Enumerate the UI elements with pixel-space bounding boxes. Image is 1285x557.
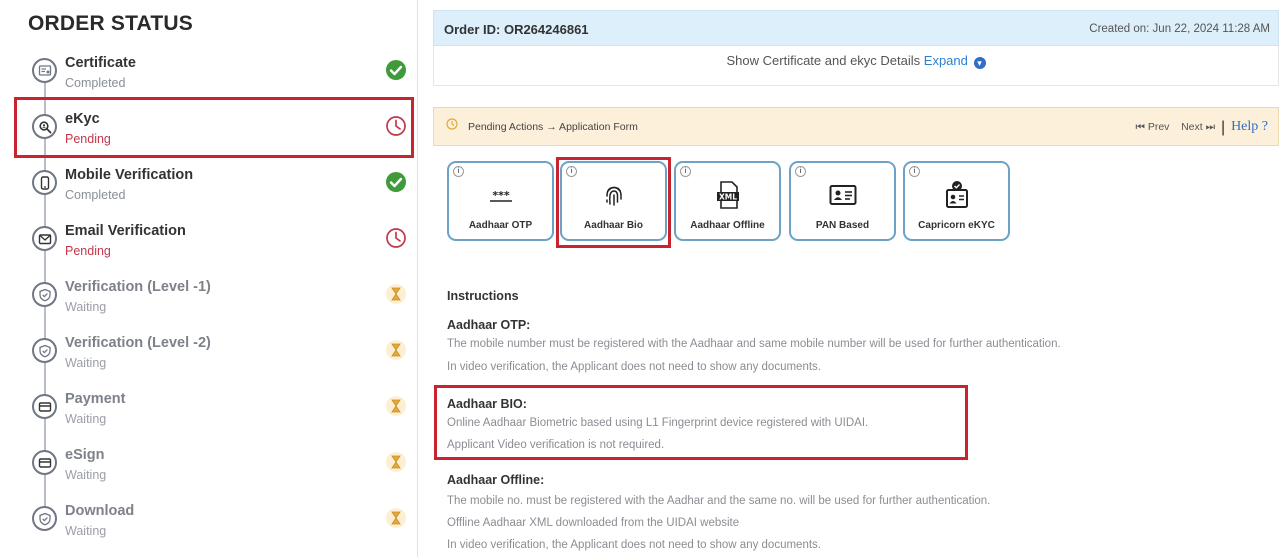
step-verification-level-1[interactable]: Verification (Level -1) Waiting bbox=[14, 274, 414, 326]
shield-icon bbox=[32, 282, 57, 307]
created-on: Created on: Jun 22, 2024 11:28 AM bbox=[1089, 23, 1270, 35]
certificate-details-row: Show Certificate and ekyc Details Expand… bbox=[433, 46, 1279, 86]
card-icon bbox=[32, 450, 57, 475]
pending-actions-bar: Pending Actions → Application Form ⏮ Pre… bbox=[433, 107, 1279, 146]
step-state: Completed bbox=[65, 76, 126, 90]
step-state: Waiting bbox=[65, 412, 107, 426]
order-id: Order ID: OR264246861 bbox=[444, 22, 589, 37]
hourglass-icon bbox=[386, 508, 406, 528]
mobile-icon bbox=[32, 170, 57, 195]
expand-link[interactable]: Expand bbox=[924, 53, 968, 68]
otp-line-2: In video verification, the Applicant doe… bbox=[447, 361, 821, 373]
step-name: Payment bbox=[65, 391, 126, 407]
method-label: Aadhaar Offline bbox=[690, 220, 765, 231]
check-icon bbox=[386, 172, 406, 192]
otp-heading: Aadhaar OTP: bbox=[447, 318, 531, 332]
help-link[interactable]: Help ? bbox=[1231, 119, 1268, 134]
xml-file-icon: XML bbox=[716, 181, 739, 209]
shield-icon bbox=[32, 338, 57, 363]
step-download[interactable]: Download Waiting bbox=[14, 498, 414, 550]
certificate-icon bbox=[32, 58, 57, 83]
info-icon[interactable]: i bbox=[909, 166, 920, 177]
step-state: Completed bbox=[65, 188, 126, 202]
clock-icon bbox=[386, 228, 406, 248]
step-state: Pending bbox=[65, 244, 111, 258]
step-name: Verification (Level -2) bbox=[65, 335, 211, 351]
order-status-sidebar: ORDER STATUS Certificate Completed eKyc … bbox=[0, 0, 418, 557]
offline-line-2: Offline Aadhaar XML downloaded from the … bbox=[447, 517, 740, 529]
hourglass-icon bbox=[386, 396, 406, 416]
svg-text:XML: XML bbox=[718, 193, 736, 202]
otp-icon: *** bbox=[489, 189, 512, 202]
expand-text: Show Certificate and ekyc Details bbox=[726, 53, 921, 68]
user-verified-icon bbox=[945, 181, 968, 208]
method-capricorn-ekyc[interactable]: i Capricorn eKYC bbox=[903, 161, 1010, 241]
ekyc-highlight-box bbox=[14, 97, 414, 158]
offline-line-1: The mobile no. must be registered with t… bbox=[447, 495, 991, 507]
order-header: Order ID: OR264246861 Created on: Jun 22… bbox=[433, 10, 1279, 46]
step-payment[interactable]: Payment Waiting bbox=[14, 386, 414, 438]
method-pan-based[interactable]: i PAN Based bbox=[789, 161, 896, 241]
next-button[interactable]: Next ⏭ bbox=[1181, 121, 1215, 133]
id-card-icon bbox=[829, 185, 856, 205]
info-icon[interactable]: i bbox=[680, 166, 691, 177]
method-label: Aadhaar OTP bbox=[468, 220, 533, 231]
hourglass-icon bbox=[386, 340, 406, 360]
offline-heading: Aadhaar Offline: bbox=[447, 473, 545, 487]
step-state: Waiting bbox=[65, 468, 107, 482]
step-email-verification[interactable]: Email Verification Pending bbox=[14, 218, 414, 270]
step-name: Verification (Level -1) bbox=[65, 279, 211, 295]
step-name: Mobile Verification bbox=[65, 167, 194, 183]
sidebar-title: ORDER STATUS bbox=[28, 12, 193, 35]
pager: ⏮ Prev Next ⏭ | Help ? bbox=[1135, 119, 1268, 137]
aadhaar-bio-instruction-highlight bbox=[434, 385, 968, 460]
method-aadhaar-offline[interactable]: i XML Aadhaar Offline bbox=[674, 161, 781, 241]
step-name: Download bbox=[65, 503, 135, 519]
step-name: Certificate bbox=[65, 55, 136, 71]
chevron-down-icon[interactable]: ▾ bbox=[973, 57, 986, 69]
step-state: Waiting bbox=[65, 524, 107, 538]
otp-line-1: The mobile number must be registered wit… bbox=[447, 338, 1061, 350]
prev-button[interactable]: ⏮ Prev bbox=[1135, 121, 1169, 133]
hourglass-icon bbox=[386, 452, 406, 472]
method-label: Capricorn eKYC bbox=[918, 220, 995, 231]
step-name: eSign bbox=[65, 447, 105, 463]
clock-icon bbox=[446, 118, 458, 130]
pending-actions-text: Pending Actions → Application Form bbox=[468, 121, 638, 133]
shield-icon bbox=[32, 506, 57, 531]
step-mobile-verification[interactable]: Mobile Verification Completed bbox=[14, 162, 414, 214]
instructions-title: Instructions bbox=[447, 289, 519, 303]
card-icon bbox=[32, 394, 57, 419]
step-state: Waiting bbox=[65, 356, 107, 370]
offline-line-3: In video verification, the Applicant doe… bbox=[447, 539, 821, 551]
aadhaar-bio-highlight-box bbox=[556, 157, 671, 248]
step-verification-level-2[interactable]: Verification (Level -2) Waiting bbox=[14, 330, 414, 382]
step-state: Waiting bbox=[65, 300, 107, 314]
svg-text:***: *** bbox=[492, 189, 510, 202]
method-label: PAN Based bbox=[815, 220, 870, 231]
mail-icon bbox=[32, 226, 57, 251]
info-icon[interactable]: i bbox=[453, 166, 464, 177]
check-icon bbox=[386, 60, 406, 80]
ekyc-methods: i *** Aadhaar OTP i Aadhaar Bio i XML Aa… bbox=[447, 161, 1047, 243]
step-name: Email Verification bbox=[65, 223, 186, 239]
method-aadhaar-otp[interactable]: i *** Aadhaar OTP bbox=[447, 161, 554, 241]
step-certificate[interactable]: Certificate Completed bbox=[14, 50, 414, 102]
info-icon[interactable]: i bbox=[795, 166, 806, 177]
pager-separator: | bbox=[1220, 119, 1226, 136]
step-esign[interactable]: eSign Waiting bbox=[14, 442, 414, 494]
hourglass-icon bbox=[386, 284, 406, 304]
